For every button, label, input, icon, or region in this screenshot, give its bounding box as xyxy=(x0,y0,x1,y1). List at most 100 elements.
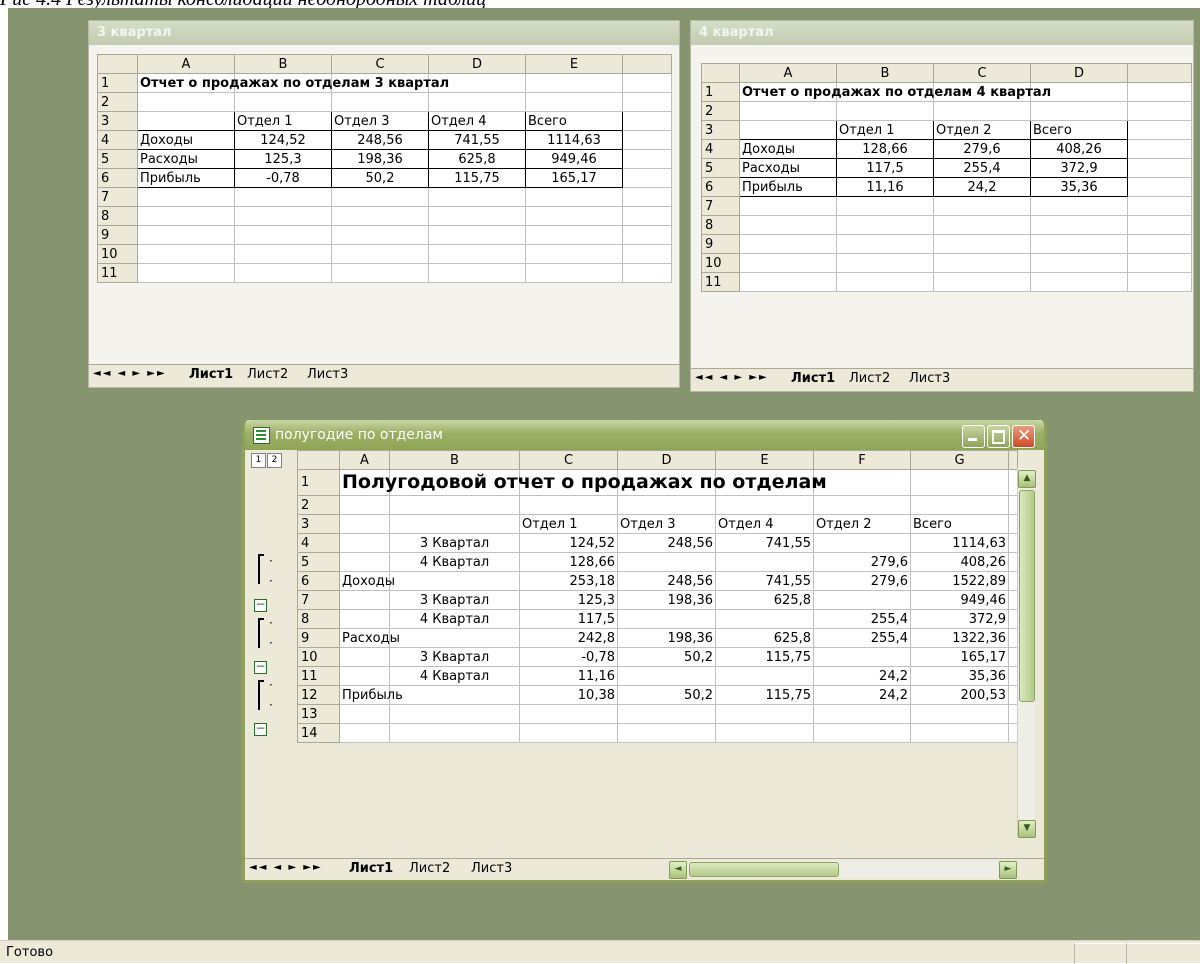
row-header[interactable]: 4 xyxy=(701,139,740,159)
col-header[interactable]: B xyxy=(389,450,520,470)
cell-value[interactable]: 741,55 xyxy=(428,130,526,150)
row-header[interactable]: 7 xyxy=(97,187,138,207)
col-header[interactable]: D xyxy=(617,450,716,470)
sheet-nav-arrows[interactable]: ◄◄ ◄ ► ►► xyxy=(93,368,167,379)
window-q4[interactable]: 4 квартал A B C D 1 Отчет о продажах по о… xyxy=(690,20,1194,392)
cell-value[interactable]: 124,52 xyxy=(519,533,618,553)
cell-value[interactable]: 741,55 xyxy=(715,533,814,553)
cell-value[interactable]: 279,6 xyxy=(933,139,1031,159)
col-header[interactable]: F xyxy=(813,450,911,470)
window-half-year[interactable]: полугодие по отделам ✕ 1 2 · · − · · − ·… xyxy=(242,420,1047,883)
cell-value[interactable]: 24,2 xyxy=(933,177,1031,197)
row-header[interactable]: 11 xyxy=(701,272,740,292)
sheet-tab-3[interactable]: Лист3 xyxy=(909,371,950,386)
cell-value[interactable] xyxy=(715,552,814,572)
row-header[interactable]: 8 xyxy=(97,206,138,226)
col-header[interactable]: G xyxy=(910,450,1009,470)
col-header[interactable]: A xyxy=(137,54,235,74)
sheet-tab-1[interactable]: Лист1 xyxy=(189,367,233,382)
cell-value[interactable]: 248,56 xyxy=(617,533,716,553)
cell-value[interactable]: 11,16 xyxy=(836,177,934,197)
row-header[interactable]: 2 xyxy=(97,92,138,112)
row-header[interactable]: 7 xyxy=(701,196,740,216)
cell-row-label[interactable]: Доходы xyxy=(739,139,837,159)
cell-quarter-label[interactable] xyxy=(389,685,520,705)
cell-value[interactable]: 50,2 xyxy=(331,168,429,188)
cell-value[interactable]: 625,8 xyxy=(715,590,814,610)
cell-value[interactable]: 125,3 xyxy=(519,590,618,610)
cell-value[interactable]: 372,9 xyxy=(1030,158,1128,178)
cell-value[interactable]: 242,8 xyxy=(519,628,618,648)
horizontal-scrollbar[interactable]: ◄ ► xyxy=(669,861,1017,879)
cell-value[interactable]: 115,75 xyxy=(715,647,814,667)
cell-value[interactable]: 198,36 xyxy=(617,590,716,610)
row-header[interactable]: 6 xyxy=(701,177,740,197)
cell-value[interactable]: 11,16 xyxy=(519,666,618,686)
row-header[interactable]: 6 xyxy=(297,571,340,591)
cell-value[interactable]: 949,46 xyxy=(525,149,623,169)
window-half-year-titlebar[interactable]: полугодие по отделам ✕ xyxy=(245,420,1044,450)
cell-quarter-label[interactable]: 3 Квартал xyxy=(389,590,520,610)
cell-value[interactable] xyxy=(813,647,911,667)
row-header[interactable]: 1 xyxy=(297,469,340,496)
cell-value[interactable]: 128,66 xyxy=(836,139,934,159)
sheet-heading[interactable]: Отчет о продажах по отделам 3 квартал xyxy=(137,73,449,93)
col-header[interactable]: E xyxy=(715,450,814,470)
cell-value[interactable]: 198,36 xyxy=(617,628,716,648)
row-header[interactable]: 8 xyxy=(297,609,340,629)
report-title[interactable]: Полугодовой отчет о продажах по отделам xyxy=(339,469,827,496)
row-header[interactable]: 2 xyxy=(701,101,740,121)
cell-value[interactable]: 24,2 xyxy=(813,685,911,705)
sheet-tab-3[interactable]: Лист3 xyxy=(307,367,348,382)
cell-value[interactable]: 248,56 xyxy=(617,571,716,591)
sheet-nav-arrows[interactable]: ◄◄ ◄ ► ►► xyxy=(249,862,323,873)
cell-value[interactable]: -0,78 xyxy=(519,647,618,667)
cell-group-label[interactable]: Прибыль xyxy=(339,685,403,705)
cell-col-label[interactable]: Отдел 1 xyxy=(836,120,934,140)
col-header[interactable]: E xyxy=(525,54,623,74)
cell-row-label[interactable]: Доходы xyxy=(137,130,235,150)
row-header[interactable]: 5 xyxy=(701,158,740,178)
cell-value[interactable]: 625,8 xyxy=(428,149,526,169)
sheet-heading[interactable]: Отчет о продажах по отделам 4 квартал xyxy=(739,82,1051,102)
row-header[interactable]: 9 xyxy=(297,628,340,648)
sheet-tab-2[interactable]: Лист2 xyxy=(849,371,890,386)
cell-value[interactable]: 1114,63 xyxy=(525,130,623,150)
row-header[interactable]: 4 xyxy=(297,533,340,553)
vertical-scroll-thumb[interactable] xyxy=(1019,490,1035,702)
cell-value[interactable]: 35,36 xyxy=(1030,177,1128,197)
cell-value[interactable]: 124,52 xyxy=(234,130,332,150)
cell-value[interactable]: 248,56 xyxy=(331,130,429,150)
maximize-button[interactable] xyxy=(987,425,1010,448)
outline-level-2-button[interactable]: 2 xyxy=(267,453,282,468)
cell-col-label[interactable]: Отдел 2 xyxy=(813,514,911,534)
cell-quarter-label[interactable] xyxy=(389,628,520,648)
cell-value[interactable]: 115,75 xyxy=(428,168,526,188)
col-header[interactable]: C xyxy=(519,450,618,470)
outline-level-1-button[interactable]: 1 xyxy=(251,453,266,468)
sheet-tab-1[interactable]: Лист1 xyxy=(349,861,393,876)
cell-value[interactable] xyxy=(715,609,814,629)
cell-value[interactable] xyxy=(617,666,716,686)
cell-row-label[interactable]: Прибыль xyxy=(137,168,235,188)
cell-group-label[interactable]: Доходы xyxy=(339,571,395,591)
row-header[interactable]: 4 xyxy=(97,130,138,150)
window-q3[interactable]: 3 квартал A B C D E 1 Отчет о продажах по… xyxy=(88,20,680,388)
row-header[interactable]: 7 xyxy=(297,590,340,610)
col-header[interactable]: D xyxy=(428,54,526,74)
cell-group-label[interactable] xyxy=(339,609,390,629)
cell-value[interactable]: 1322,36 xyxy=(910,628,1009,648)
cell-value[interactable]: -0,78 xyxy=(234,168,332,188)
col-header[interactable]: C xyxy=(933,63,1031,83)
cell-value[interactable] xyxy=(813,533,911,553)
cell-value[interactable]: 1114,63 xyxy=(910,533,1009,553)
cell-value[interactable]: 35,36 xyxy=(910,666,1009,686)
col-header[interactable]: B xyxy=(836,63,934,83)
scroll-down-arrow-icon[interactable]: ▼ xyxy=(1018,820,1036,838)
sheet-tab-3[interactable]: Лист3 xyxy=(471,861,512,876)
cell-quarter-label[interactable]: 3 Квартал xyxy=(389,647,520,667)
cell-value[interactable] xyxy=(715,666,814,686)
cell-value[interactable]: 198,36 xyxy=(331,149,429,169)
row-header[interactable]: 3 xyxy=(97,111,138,131)
collapse-profit-button[interactable]: − xyxy=(254,722,267,736)
